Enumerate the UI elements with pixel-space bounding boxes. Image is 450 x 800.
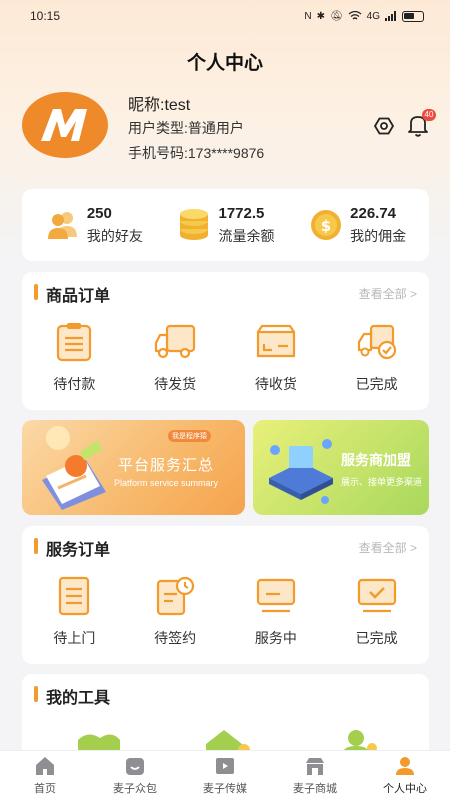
coins-icon [180, 209, 209, 240]
monitor-icon [256, 578, 295, 613]
notification-button[interactable]: 40 [406, 109, 436, 140]
smile-bag-icon [126, 757, 144, 775]
tab-crowdsourcing-label: 麦子众包 [113, 782, 157, 795]
document-clock-icon [157, 576, 195, 616]
order-pending-payment[interactable]: 待付款 [29, 322, 119, 394]
section-accent-bar [34, 284, 38, 300]
user-type: 用户类型:普通用户 [128, 120, 244, 136]
user-phone: 手机号码:173****9876 [128, 145, 265, 161]
signal-icon [385, 11, 396, 21]
user-nickname: 昵称:test [128, 97, 191, 114]
truck-icon [155, 324, 196, 359]
status-icons: N ✱ 🔕︎ 4G [304, 10, 424, 22]
brand-logo-icon [41, 109, 87, 141]
notification-badge: 40 [422, 109, 436, 121]
friends-icon [47, 212, 77, 239]
goods-orders-grid: 待付款 待发货 待收货 已完成 [22, 322, 429, 394]
bluetooth-icon: ✱ [316, 10, 325, 22]
goods-orders-title: 商品订单 [46, 288, 111, 305]
tab-media-label: 麦子传媒 [203, 782, 247, 795]
tab-home[interactable]: 首页 [0, 756, 90, 796]
service-in-progress[interactable]: 服务中 [231, 576, 321, 648]
service-awaiting-signing[interactable]: 待签约 [130, 576, 220, 648]
tools-title: 我的工具 [46, 690, 111, 707]
tools-header: 我的工具 [22, 674, 429, 714]
stat-commission[interactable]: $ 226.74 我的佣金 [308, 205, 406, 246]
nfc-icon: N [304, 10, 312, 22]
video-icon [216, 757, 234, 774]
platform-service-title: 平台服务汇总 [118, 457, 215, 474]
service-orders-grid: 待上门 待签约 服务中 已完成 [22, 576, 429, 648]
clipboard-icon [57, 323, 92, 362]
order-pending-receipt-label: 待收货 [254, 376, 297, 392]
battery-icon [402, 10, 424, 22]
banner-tag: 我是程序猿 [168, 430, 211, 442]
dollar-coin-icon: $ [311, 210, 342, 240]
tab-media[interactable]: 麦子传媒 [180, 756, 270, 796]
service-awaiting-signing-label: 待签约 [154, 630, 197, 646]
tab-profile[interactable]: 个人中心 [360, 756, 450, 796]
platform-service-banner[interactable]: 我是程序猿 平台服务汇总 Platform service summary [22, 420, 245, 515]
svg-text:$: $ [321, 217, 331, 235]
service-orders-view-all[interactable]: 查看全部 > [359, 539, 417, 556]
section-accent-bar [34, 686, 38, 702]
tab-home-label: 首页 [34, 782, 56, 795]
shop-icon [306, 757, 324, 775]
goods-orders-card: 商品订单 查看全部 > 待付款 待发货 待收货 已完成 [22, 272, 429, 410]
stat-friends[interactable]: 250 我的好友 [45, 205, 143, 246]
status-bar: 10:15 N ✱ 🔕︎ 4G [0, 0, 450, 32]
wifi-icon [348, 11, 362, 20]
mute-icon: 🔕︎ [329, 10, 343, 22]
stat-traffic[interactable]: 1772.5 流量余额 [176, 205, 274, 246]
person-icon [396, 756, 414, 775]
settings-icon [373, 117, 395, 135]
service-orders-header: 服务订单 查看全部 > [22, 526, 429, 566]
tab-mall-label: 麦子商城 [293, 782, 337, 795]
tab-crowdsourcing[interactable]: 麦子众包 [90, 756, 180, 796]
stat-friends-label: 我的好友 [86, 227, 143, 244]
tab-profile-label: 个人中心 [383, 782, 427, 795]
stat-commission-label: 我的佣金 [350, 227, 407, 244]
package-icon [256, 324, 295, 358]
service-completed[interactable]: 已完成 [332, 576, 422, 648]
profile-section: 昵称:test 用户类型:普通用户 手机号码:173****9876 40 [22, 88, 436, 168]
bottom-tab-bar: 首页 麦子众包 麦子传媒 麦子商城 个人中心 [0, 750, 450, 800]
section-accent-bar [34, 538, 38, 554]
order-completed[interactable]: 已完成 [332, 322, 422, 394]
service-completed-label: 已完成 [355, 630, 398, 646]
tab-mall[interactable]: 麦子商城 [270, 756, 360, 796]
network-label: 4G [366, 10, 380, 22]
goods-orders-view-all[interactable]: 查看全部 > [359, 285, 417, 302]
order-pending-shipment[interactable]: 待发货 [130, 322, 220, 394]
service-awaiting-visit-label: 待上门 [53, 630, 96, 646]
stat-traffic-value: 1772.5 [218, 204, 265, 222]
service-orders-card: 服务订单 查看全部 > 待上门 待签约 服务中 已完成 [22, 526, 429, 664]
provider-join-title: 服务商加盟 [341, 452, 411, 468]
monitor-check-icon [357, 578, 396, 613]
stat-commission-value: 226.74 [350, 204, 397, 222]
service-in-progress-label: 服务中 [254, 630, 297, 646]
provider-join-banner[interactable]: 服务商加盟 展示、接单更多渠道 [253, 420, 429, 515]
stat-friends-value: 250 [86, 204, 112, 222]
order-completed-label: 已完成 [355, 376, 398, 392]
page-title: 个人中心 [186, 53, 263, 74]
settings-button[interactable] [372, 114, 396, 138]
stats-card: 250 我的好友 1772.5 流量余额 $ 226.74 我的佣金 [22, 189, 429, 261]
status-time: 10:15 [30, 9, 61, 23]
order-pending-receipt[interactable]: 待收货 [231, 322, 321, 394]
stat-traffic-label: 流量余额 [218, 227, 275, 244]
clipboard-illustration-icon [42, 426, 106, 510]
isometric-platform-icon [269, 439, 333, 504]
platform-service-subtitle: Platform service summary [114, 478, 219, 488]
avatar[interactable] [22, 92, 108, 158]
order-pending-shipment-label: 待发货 [154, 376, 197, 392]
provider-join-subtitle: 展示、接单更多渠道 [341, 477, 423, 487]
truck-check-icon [357, 324, 396, 360]
goods-orders-header: 商品订单 查看全部 > [22, 272, 429, 312]
order-pending-payment-label: 待付款 [53, 376, 96, 392]
service-awaiting-visit[interactable]: 待上门 [29, 576, 119, 648]
service-orders-title: 服务订单 [46, 542, 111, 559]
home-icon [36, 756, 54, 775]
document-list-icon [59, 576, 90, 616]
